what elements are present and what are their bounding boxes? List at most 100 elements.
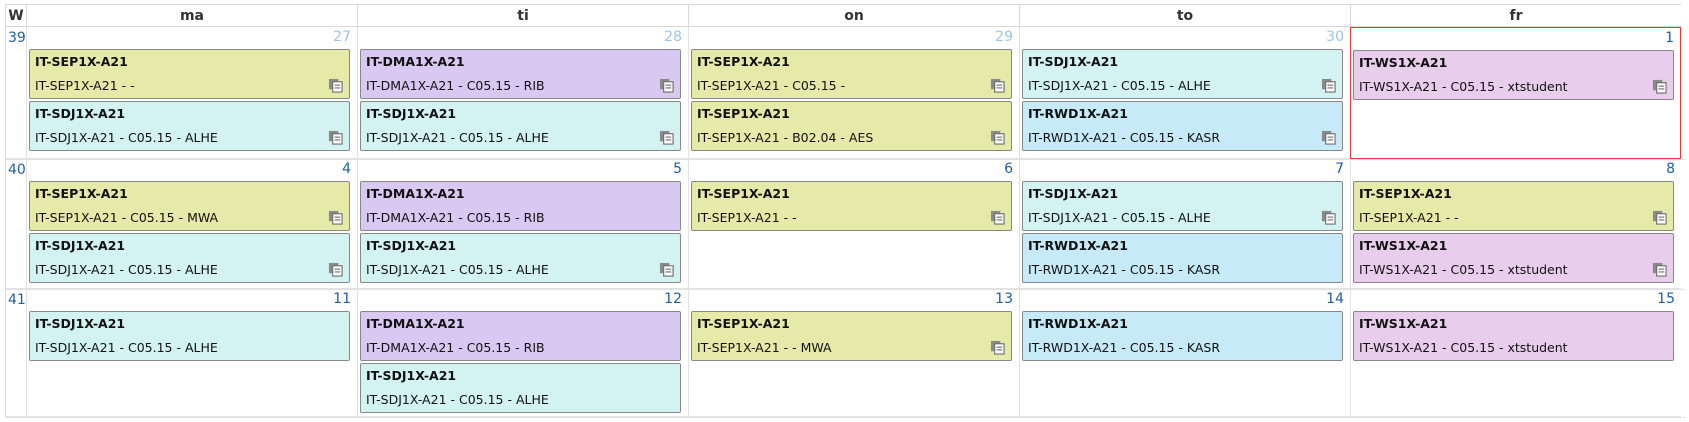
event-title: IT-SDJ1X-A21 (1028, 186, 1119, 201)
event-description: IT-SEP1X-A21 - C05.15 - MWA (35, 210, 219, 225)
calendar-event[interactable]: IT-SEP1X-A21 IT-SEP1X-A21 - - (1353, 181, 1674, 231)
calendar-event[interactable]: IT-SDJ1X-A21 IT-SDJ1X-A21 - C05.15 - ALHE (1022, 49, 1343, 99)
day-number[interactable]: 27 (333, 29, 351, 45)
calendar-event[interactable]: IT-SDJ1X-A21 IT-SDJ1X-A21 - C05.15 - ALHE (360, 233, 681, 283)
copy-icon[interactable] (328, 210, 343, 225)
day-cell-today[interactable]: 1 IT-WS1X-A21 IT-WS1X-A21 - C05.15 - xtstu… (1350, 27, 1681, 159)
day-cell[interactable]: 4 IT-SEP1X-A21 IT-SEP1X-A21 - C05.15 - MWA… (26, 159, 357, 289)
calendar-event[interactable]: IT-DMA1X-A21 IT-DMA1X-A21 - C05.15 - RIB (360, 181, 681, 231)
copy-icon[interactable] (328, 130, 343, 145)
day-header-ti: ti (357, 4, 688, 27)
copy-icon[interactable] (328, 78, 343, 93)
calendar-event[interactable]: IT-SEP1X-A21 IT-SEP1X-A21 - B02.04 - AES (691, 101, 1012, 151)
copy-icon[interactable] (1652, 262, 1667, 277)
day-cell[interactable]: 12 IT-DMA1X-A21 IT-DMA1X-A21 - C05.15 - RI… (357, 289, 688, 417)
day-number[interactable]: 28 (664, 29, 682, 45)
calendar-event[interactable]: IT-RWD1X-A21 IT-RWD1X-A21 - C05.15 - KASR (1022, 101, 1343, 151)
event-title: IT-SDJ1X-A21 (366, 238, 457, 253)
day-number[interactable]: 14 (1326, 291, 1344, 307)
event-title: IT-SEP1X-A21 (697, 316, 790, 331)
day-number[interactable]: 6 (1004, 161, 1013, 177)
day-cell[interactable]: 8 IT-SEP1X-A21 IT-SEP1X-A21 - - IT-WS1X-A21… (1350, 159, 1681, 289)
day-number[interactable]: 12 (664, 291, 682, 307)
event-title: IT-DMA1X-A21 (366, 54, 465, 69)
event-title: IT-SEP1X-A21 (697, 54, 790, 69)
day-number[interactable]: 11 (333, 291, 351, 307)
event-title: IT-SEP1X-A21 (697, 106, 790, 121)
day-number[interactable]: 15 (1657, 291, 1675, 307)
calendar-event[interactable]: IT-SEP1X-A21 IT-SEP1X-A21 - - MWA (691, 311, 1012, 361)
day-number[interactable]: 13 (995, 291, 1013, 307)
event-description: IT-SEP1X-A21 - - (35, 78, 135, 93)
event-title: IT-RWD1X-A21 (1028, 316, 1128, 331)
calendar-event[interactable]: IT-SDJ1X-A21 IT-SDJ1X-A21 - C05.15 - ALHE (29, 233, 350, 283)
event-description: IT-DMA1X-A21 - C05.15 - RIB (366, 210, 545, 225)
day-cell[interactable]: 5 IT-DMA1X-A21 IT-DMA1X-A21 - C05.15 - RIB… (357, 159, 688, 289)
copy-icon[interactable] (659, 262, 674, 277)
copy-icon[interactable] (1652, 79, 1667, 94)
event-title: IT-SEP1X-A21 (697, 186, 790, 201)
calendar-event[interactable]: IT-SEP1X-A21 IT-SEP1X-A21 - - (29, 49, 350, 99)
event-description: IT-SDJ1X-A21 - C05.15 - ALHE (1028, 78, 1211, 93)
calendar-event[interactable]: IT-DMA1X-A21 IT-DMA1X-A21 - C05.15 - RIB (360, 311, 681, 361)
calendar-event[interactable]: IT-SEP1X-A21 IT-SEP1X-A21 - - (691, 181, 1012, 231)
day-cell[interactable]: 7 IT-SDJ1X-A21 IT-SDJ1X-A21 - C05.15 - ALH… (1019, 159, 1350, 289)
calendar-event[interactable]: IT-WS1X-A21 IT-WS1X-A21 - C05.15 - xtstud… (1353, 233, 1674, 283)
copy-icon[interactable] (1321, 210, 1336, 225)
day-cell[interactable]: 29 IT-SEP1X-A21 IT-SEP1X-A21 - C05.15 - IT-… (688, 27, 1019, 159)
week-column-header: W (5, 4, 26, 27)
day-number[interactable]: 7 (1335, 161, 1344, 177)
calendar-event[interactable]: IT-RWD1X-A21 IT-RWD1X-A21 - C05.15 - KASR (1022, 233, 1343, 283)
event-title: IT-RWD1X-A21 (1028, 238, 1128, 253)
day-number[interactable]: 5 (673, 161, 682, 177)
event-title: IT-RWD1X-A21 (1028, 106, 1128, 121)
event-description: IT-RWD1X-A21 - C05.15 - KASR (1028, 262, 1221, 277)
day-number[interactable]: 29 (995, 29, 1013, 45)
event-description: IT-DMA1X-A21 - C05.15 - RIB (366, 340, 545, 355)
row-divider (5, 417, 1685, 418)
event-title: IT-SDJ1X-A21 (366, 106, 457, 121)
calendar-event[interactable]: IT-RWD1X-A21 IT-RWD1X-A21 - C05.15 - KASR (1022, 311, 1343, 361)
copy-icon[interactable] (328, 262, 343, 277)
event-description: IT-DMA1X-A21 - C05.15 - RIB (366, 78, 545, 93)
event-description: IT-WS1X-A21 - C05.15 - xtstudent (1359, 262, 1568, 277)
day-cell[interactable]: 27 IT-SEP1X-A21 IT-SEP1X-A21 - - IT-SDJ1X-A… (26, 27, 357, 159)
event-description: IT-SEP1X-A21 - - MWA (697, 340, 832, 355)
calendar-event[interactable]: IT-SDJ1X-A21 IT-SDJ1X-A21 - C05.15 - ALHE (1022, 181, 1343, 231)
calendar-event[interactable]: IT-SDJ1X-A21 IT-SDJ1X-A21 - C05.15 - ALHE (29, 101, 350, 151)
week-number[interactable]: 41 (5, 289, 26, 417)
calendar-event[interactable]: IT-SEP1X-A21 IT-SEP1X-A21 - C05.15 - MWA (29, 181, 350, 231)
copy-icon[interactable] (659, 78, 674, 93)
day-cell[interactable]: 30 IT-SDJ1X-A21 IT-SDJ1X-A21 - C05.15 - AL… (1019, 27, 1350, 159)
event-title: IT-SDJ1X-A21 (1028, 54, 1119, 69)
day-cell[interactable]: 6 IT-SEP1X-A21 IT-SEP1X-A21 - - (688, 159, 1019, 289)
calendar-event[interactable]: IT-WS1X-A21 IT-WS1X-A21 - C05.15 - xtstud… (1353, 50, 1674, 100)
day-cell[interactable]: 15 IT-WS1X-A21 IT-WS1X-A21 - C05.15 - xtst… (1350, 289, 1681, 417)
day-cell[interactable]: 28 IT-DMA1X-A21 IT-DMA1X-A21 - C05.15 - RI… (357, 27, 688, 159)
copy-icon[interactable] (1321, 130, 1336, 145)
day-cell[interactable]: 13 IT-SEP1X-A21 IT-SEP1X-A21 - - MWA (688, 289, 1019, 417)
event-title: IT-WS1X-A21 (1359, 316, 1448, 331)
day-cell[interactable]: 11 IT-SDJ1X-A21 IT-SDJ1X-A21 - C05.15 - AL… (26, 289, 357, 417)
copy-icon[interactable] (990, 340, 1005, 355)
day-number[interactable]: 4 (342, 161, 351, 177)
copy-icon[interactable] (990, 130, 1005, 145)
day-number[interactable]: 1 (1665, 30, 1674, 46)
copy-icon[interactable] (1321, 78, 1336, 93)
copy-icon[interactable] (990, 78, 1005, 93)
copy-icon[interactable] (1652, 210, 1667, 225)
day-cell[interactable]: 14 IT-RWD1X-A21 IT-RWD1X-A21 - C05.15 - KA… (1019, 289, 1350, 417)
calendar-event[interactable]: IT-SDJ1X-A21 IT-SDJ1X-A21 - C05.15 - ALHE (29, 311, 350, 361)
week-number[interactable]: 39 (5, 27, 26, 159)
day-number[interactable]: 30 (1326, 29, 1344, 45)
day-number[interactable]: 8 (1666, 161, 1675, 177)
week-number[interactable]: 40 (5, 159, 26, 289)
calendar-event[interactable]: IT-SDJ1X-A21 IT-SDJ1X-A21 - C05.15 - ALHE (360, 363, 681, 413)
event-title: IT-SEP1X-A21 (35, 54, 128, 69)
calendar-event[interactable]: IT-SDJ1X-A21 IT-SDJ1X-A21 - C05.15 - ALHE (360, 101, 681, 151)
calendar-event[interactable]: IT-WS1X-A21 IT-WS1X-A21 - C05.15 - xtstud… (1353, 311, 1674, 361)
copy-icon[interactable] (990, 210, 1005, 225)
copy-icon[interactable] (659, 130, 674, 145)
calendar-event[interactable]: IT-DMA1X-A21 IT-DMA1X-A21 - C05.15 - RIB (360, 49, 681, 99)
calendar-event[interactable]: IT-SEP1X-A21 IT-SEP1X-A21 - C05.15 - (691, 49, 1012, 99)
